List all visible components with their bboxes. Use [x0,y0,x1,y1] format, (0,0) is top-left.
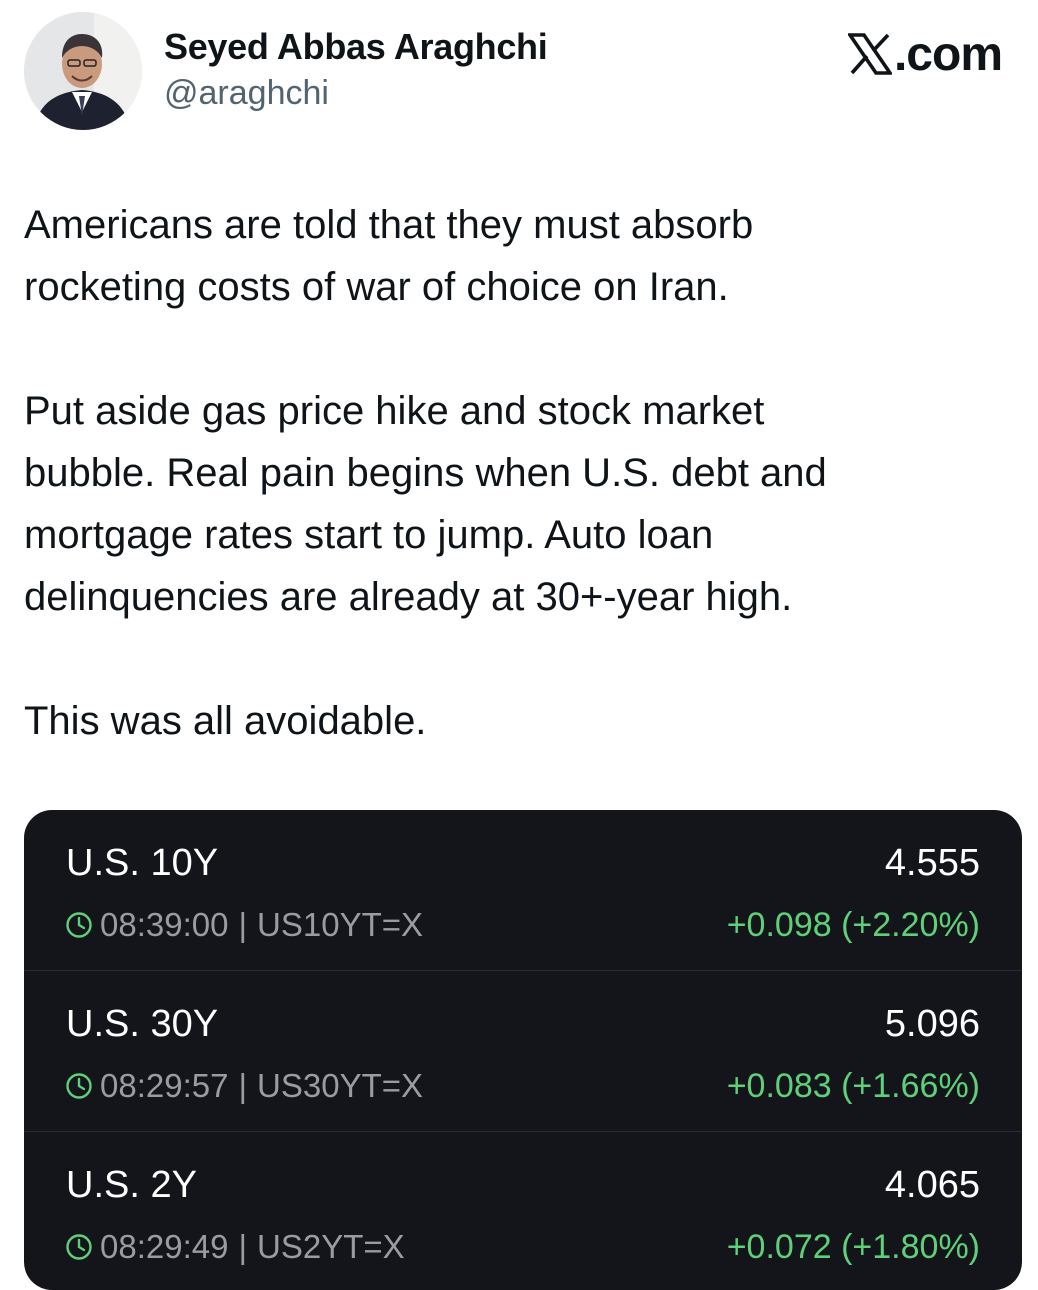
quote-meta: 08:39:00 | US10YT=X [64,906,423,944]
quote-meta: 08:29:57 | US30YT=X [64,1067,423,1105]
quote-change: +0.098 (+2.20%) [726,906,980,944]
profile-photo-icon [24,12,142,130]
clock-icon [66,1073,92,1099]
clock-icon [66,1234,92,1260]
quote-name: U.S. 10Y [66,842,219,884]
quote-ticker: US30YT=X [257,1067,424,1104]
bond-quote-card: U.S. 10Y 4.555 08:39:00 | US10YT=X +0.09… [24,810,1022,1290]
tweet-body: Americans are told that they must absorb… [24,194,1014,814]
quote-row[interactable]: U.S. 30Y 5.096 08:29:57 | US30YT=X +0.08… [24,971,1022,1132]
meta-separator: | [238,906,248,943]
tweet-paragraph: This was all avoidable. [24,699,427,743]
tweet-header: Seyed Abbas Araghchi @araghchi .com [24,12,1014,132]
quote-price: 4.555 [884,842,980,884]
quote-meta: 08:29:49 | US2YT=X [64,1228,405,1266]
quote-time: 08:39:00 [100,906,229,943]
avatar[interactable] [24,12,142,130]
quote-change: +0.072 (+1.80%) [726,1228,980,1266]
x-logo-icon [847,33,892,75]
quote-time: 08:29:49 [100,1228,229,1265]
meta-separator: | [238,1228,248,1265]
quote-price: 4.065 [884,1164,980,1206]
site-domain: .com [893,27,1003,81]
quote-price: 5.096 [884,1003,980,1045]
site-label: .com [847,26,1003,82]
quote-row[interactable]: U.S. 10Y 4.555 08:39:00 | US10YT=X +0.09… [24,810,1022,971]
author-name[interactable]: Seyed Abbas Araghchi [164,26,548,68]
tweet-paragraph: Americans are told that they must absorb… [24,203,754,309]
quote-row[interactable]: U.S. 2Y 4.065 08:29:49 | US2YT=X +0.072 … [24,1132,1022,1290]
author-handle[interactable]: @araghchi [164,74,329,113]
clock-icon [66,912,92,938]
quote-time: 08:29:57 [100,1067,229,1104]
quote-name: U.S. 30Y [66,1003,219,1045]
meta-separator: | [238,1067,248,1104]
quote-name: U.S. 2Y [66,1164,197,1206]
quote-ticker: US10YT=X [257,906,424,943]
tweet-paragraph: Put aside gas price hike and stock marke… [24,389,827,619]
quote-ticker: US2YT=X [257,1228,405,1265]
quote-change: +0.083 (+1.66%) [726,1067,980,1105]
